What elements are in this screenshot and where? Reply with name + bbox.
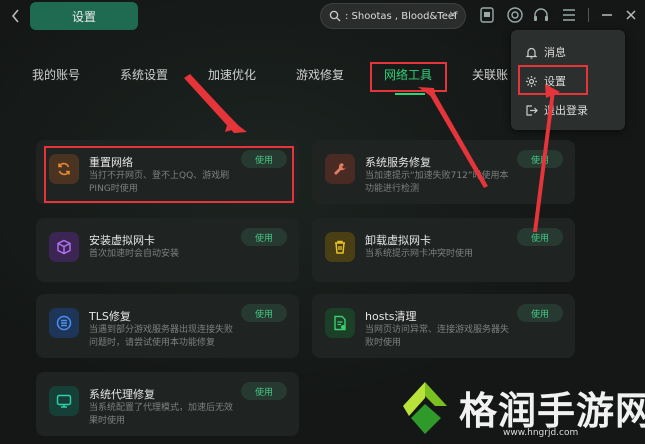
tab-acceleration[interactable]: 加速优化 [208,66,256,83]
logout-icon [526,104,538,116]
monitor-icon [49,386,79,416]
tool-name: 卸载虚拟网卡 [365,234,431,247]
menu-item-logout[interactable]: 退出登录 [525,102,588,118]
tool-desc: 当遇到部分游戏服务器出现连接失败问题时，请尝试使用本功能修复 [89,325,234,348]
search-text: : Shootas , Blood&Teef [345,10,458,22]
menu-item-label: 消息 [544,46,566,59]
tool-card-system-service-repair: 系统服务修复 当加速提示“加速失败712”时使用本功能进行检测 使用 [312,140,575,204]
menu-item-label: 退出登录 [544,104,588,117]
tool-desc: 当加速提示“加速失败712”时使用本功能进行检测 [365,171,509,194]
use-button[interactable]: 使用 [241,304,287,322]
tool-name: 系统代理修复 [89,388,155,401]
tool-card-proxy-repair: 系统代理修复 当系统配置了代理模式，加速后无效果时使用 使用 [36,372,299,436]
highlight-box [44,146,294,203]
tool-name: 安装虚拟网卡 [89,234,155,247]
id-card-icon[interactable] [478,6,496,24]
headset-icon[interactable] [532,6,550,24]
tool-name: TLS修复 [89,310,131,323]
watermark-url: www.hngrjd.com [503,428,579,438]
menu-item-messages[interactable]: 消息 [525,44,566,60]
tab-game-repair[interactable]: 游戏修复 [296,66,344,83]
tool-card-tls-repair: TLS修复 当遇到部分游戏服务器出现连接失败问题时，请尝试使用本功能修复 使用 [36,294,299,358]
watermark-brand: 格润手游网 [459,389,645,433]
wrench-icon [325,154,355,184]
tab-system-settings[interactable]: 系统设置 [120,66,168,83]
use-button[interactable]: 使用 [517,228,563,246]
use-button[interactable]: 使用 [517,304,563,322]
speed-icon[interactable] [506,6,524,24]
page-title: 设置 [71,9,96,24]
brand-logo-icon [403,382,447,434]
search-input[interactable]: : Shootas , Blood&Teef ✕ [320,3,466,29]
tool-desc: 当系统配置了代理模式，加速后无效果时使用 [89,403,234,426]
minimize-icon[interactable] [598,6,616,24]
tool-desc: 首次加速时会自动安装 [89,249,180,259]
tool-card-install-vnic: 安装虚拟网卡 首次加速时会自动安装 使用 [36,218,299,282]
search-icon [329,10,341,22]
tool-card-hosts-clean: hosts清理 当网页访问异常、连接游戏服务器失败时使用 使用 [312,294,575,358]
watermark: 格润手游网 www.hngrjd.com [395,376,645,444]
page-title-tab[interactable]: 设置 [30,2,138,30]
use-button[interactable]: 使用 [517,150,563,168]
tool-desc: 当系统提示网卡冲突时使用 [365,249,474,259]
tool-name: hosts清理 [365,310,417,323]
cube-icon [49,232,79,262]
tab-linked-accounts[interactable]: 关联账 [472,66,508,83]
highlight-box [370,62,447,92]
close-icon[interactable]: ✕ [449,10,457,21]
tab-my-account[interactable]: 我的账号 [32,66,80,83]
highlight-box [518,65,588,95]
tool-name: 系统服务修复 [365,156,431,169]
list-icon [49,308,79,338]
tool-card-uninstall-vnic: 卸载虚拟网卡 当系统提示网卡冲突时使用 使用 [312,218,575,282]
trash-icon [325,232,355,262]
file-icon [325,308,355,338]
divider [588,8,589,22]
use-button[interactable]: 使用 [241,228,287,246]
close-window-icon[interactable] [622,6,640,24]
chevron-left-icon[interactable] [8,6,24,26]
use-button[interactable]: 使用 [241,382,287,400]
bell-icon [525,47,538,59]
tool-desc: 当网页访问异常、连接游戏服务器失败时使用 [365,325,510,348]
active-tab-indicator [395,93,425,95]
menu-icon[interactable] [560,6,578,24]
